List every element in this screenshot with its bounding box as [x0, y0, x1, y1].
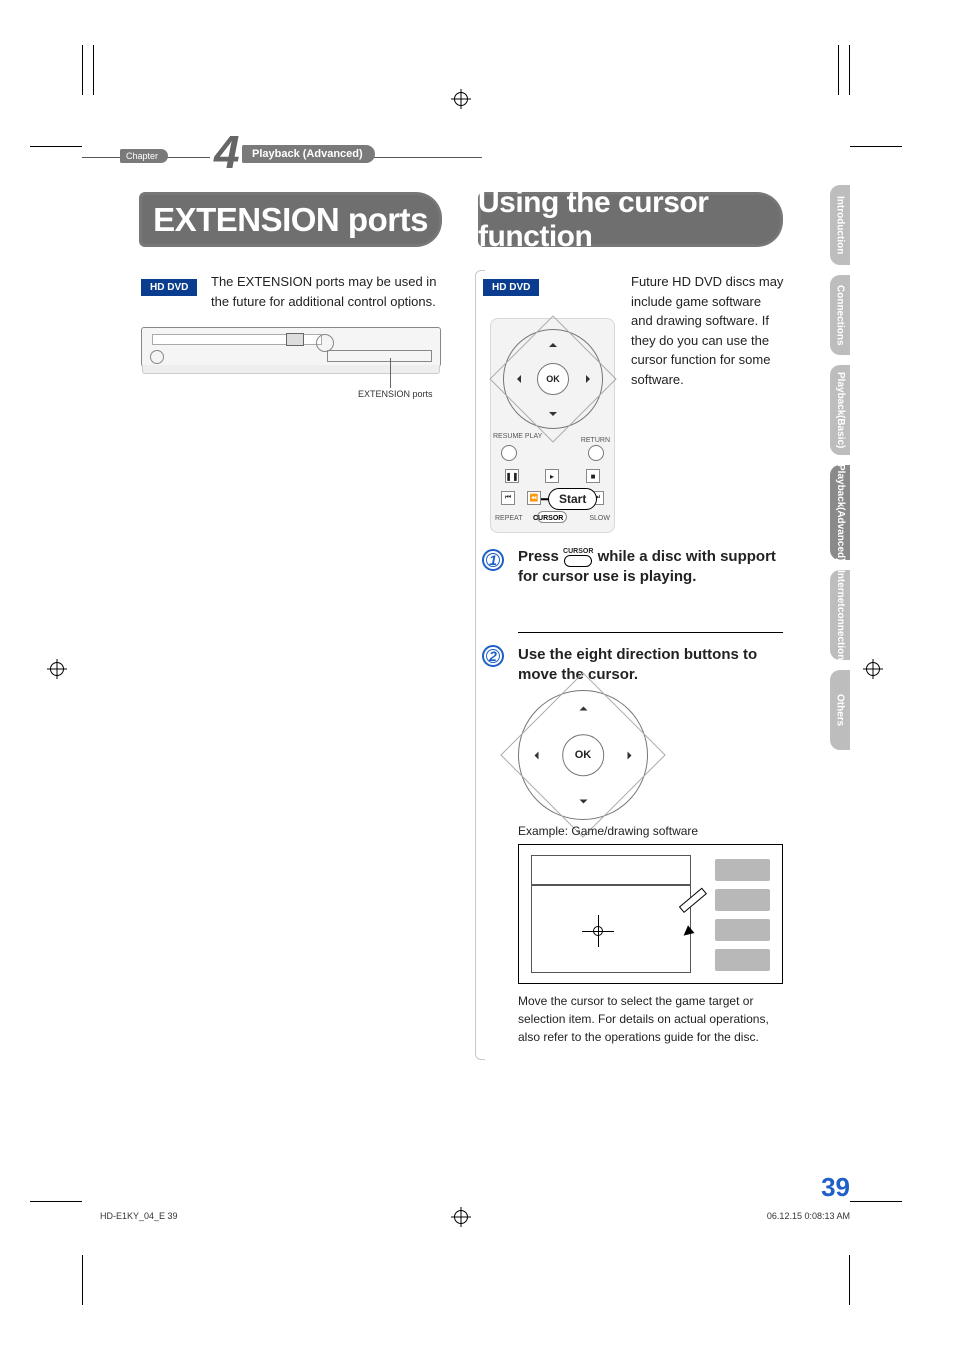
palette-item: [715, 859, 770, 881]
crop-mark: [838, 45, 839, 95]
section-title-cursor: Using the cursor function: [478, 192, 783, 247]
registration-mark: [454, 92, 468, 106]
extension-ports-label: EXTENSION ports: [358, 389, 433, 399]
step-1-icon: 1: [482, 549, 504, 571]
side-tab-playback-advanced: Playback(Advanced): [830, 465, 850, 560]
pause-button-icon: ❚❚: [505, 469, 519, 483]
crop-mark: [849, 1255, 850, 1305]
hd-dvd-badge: HD DVD: [483, 279, 539, 296]
cursor-description: Future HD DVD discs may include game sof…: [631, 272, 786, 389]
section-title-text: Using the cursor function: [478, 186, 783, 254]
start-callout: Start: [548, 488, 597, 510]
resume-button-icon: [501, 445, 517, 461]
pen-icon: [672, 901, 712, 941]
rewind-button-icon: ⏪: [527, 491, 541, 505]
side-tab-internet-connection: Internetconnection: [830, 570, 850, 660]
cursor-button-inline-icon: CURSOR: [563, 548, 593, 567]
step-separator: [518, 632, 783, 633]
dpad: OK: [503, 329, 603, 429]
crop-mark: [849, 45, 850, 95]
page-number: 39: [821, 1172, 850, 1203]
extension-description: The EXTENSION ports may be used in the f…: [211, 272, 439, 311]
slow-label: SLOW: [589, 515, 610, 522]
ok-button-icon: OK: [537, 363, 569, 395]
side-tab-connections: Connections: [830, 275, 850, 355]
footer-timestamp: 06.12.15 0:08:13 AM: [767, 1211, 850, 1221]
repeat-label: REPEAT: [495, 515, 523, 522]
crop-mark: [93, 45, 94, 95]
example-note: Move the cursor to select the game targe…: [518, 992, 783, 1046]
cursor-label: CURSOR: [533, 515, 563, 522]
chapter-number: 4: [210, 125, 244, 179]
section-title-extension: EXTENSION ports: [139, 192, 442, 247]
side-tab-playback-basic: Playback(Basic): [830, 365, 850, 455]
hd-dvd-badge: HD DVD: [141, 279, 197, 296]
palette-item: [715, 889, 770, 911]
registration-mark: [866, 662, 880, 676]
dpad-large: OK: [518, 690, 648, 820]
device-illustration: [141, 327, 441, 367]
crop-mark: [82, 1255, 83, 1305]
crosshair-icon: [588, 921, 608, 941]
step-2-text: Use the eight direction buttons to move …: [518, 645, 788, 686]
chapter-bar: Chapter 4 Playback (Advanced): [82, 147, 482, 167]
crop-mark: [30, 1201, 82, 1202]
section-title-text: EXTENSION ports: [153, 201, 428, 239]
palette-item: [715, 949, 770, 971]
page: { "chapter": { "label": "Chapter", "numb…: [0, 0, 954, 1351]
step-1-text: Press CURSOR while a disc with support f…: [518, 547, 788, 588]
crop-mark: [850, 1201, 902, 1202]
crop-mark: [30, 146, 82, 147]
crop-mark: [850, 146, 902, 147]
example-canvas: [531, 885, 691, 973]
side-tab-others: Others: [830, 670, 850, 750]
footer-id: HD-E1KY_04_E 39: [100, 1211, 178, 1221]
ok-button-icon: OK: [562, 734, 604, 776]
step-2-icon: 2: [482, 645, 504, 667]
registration-mark: [454, 1210, 468, 1224]
return-button-icon: [588, 445, 604, 461]
chapter-title: Playback (Advanced): [242, 145, 375, 163]
example-box: [518, 844, 783, 984]
chapter-label: Chapter: [120, 149, 168, 163]
return-label: RETURN: [581, 437, 610, 444]
crop-mark: [82, 45, 83, 95]
leader-line: [390, 358, 391, 388]
palette-item: [715, 919, 770, 941]
column-bracket: [475, 270, 485, 1060]
play-button-icon: ▸: [545, 469, 559, 483]
skip-prev-button-icon: ⏮: [501, 491, 515, 505]
stop-button-icon: ■: [586, 469, 600, 483]
resume-label: RESUME PLAY: [493, 433, 542, 440]
example-window: [531, 855, 691, 885]
side-tab-introduction: Introduction: [830, 185, 850, 265]
registration-mark: [50, 662, 64, 676]
example-label: Example: Game/drawing software: [518, 824, 698, 838]
